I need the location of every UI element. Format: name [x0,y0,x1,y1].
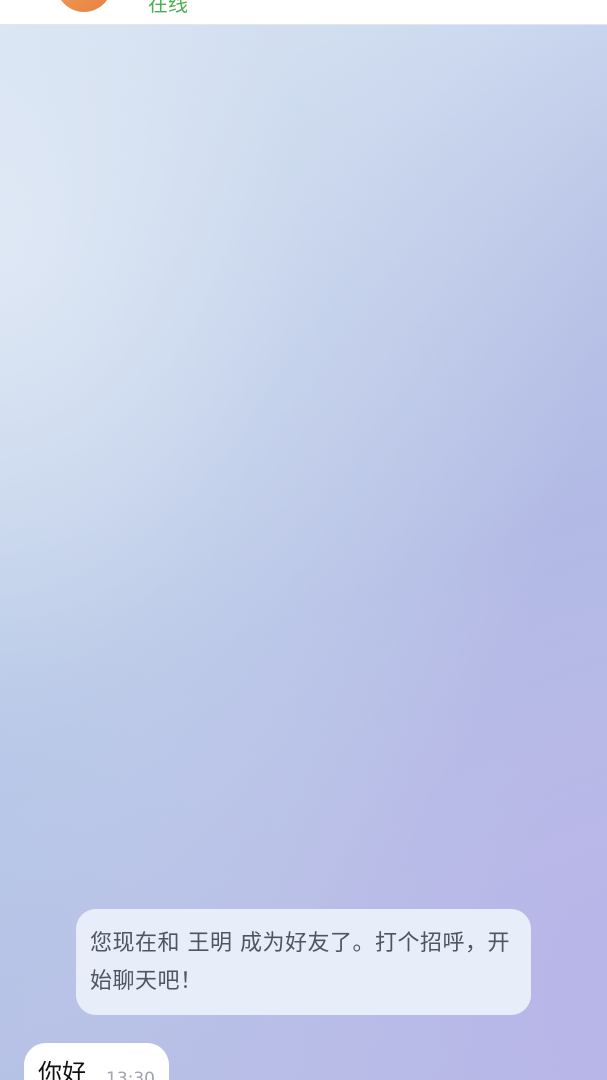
message-list[interactable]: 您现在和 王明 成为好友了。打个招呼，开始聊天吧！ 你好 13:30 [0,24,607,1080]
message-text: 你好 [38,1059,86,1080]
chat-screen: 在线 您现在和 王明 成为好友了。打个招呼，开始聊天吧！ 你好 13:30 [0,0,607,1080]
contact-status: 在线 [148,0,188,16]
chat-header: 在线 [0,0,607,25]
system-notice: 您现在和 王明 成为好友了。打个招呼，开始聊天吧！ [76,909,531,1015]
contact-avatar[interactable] [56,0,112,12]
message-timestamp: 13:30 [106,1069,155,1080]
incoming-message-bubble[interactable]: 你好 13:30 [24,1043,169,1080]
